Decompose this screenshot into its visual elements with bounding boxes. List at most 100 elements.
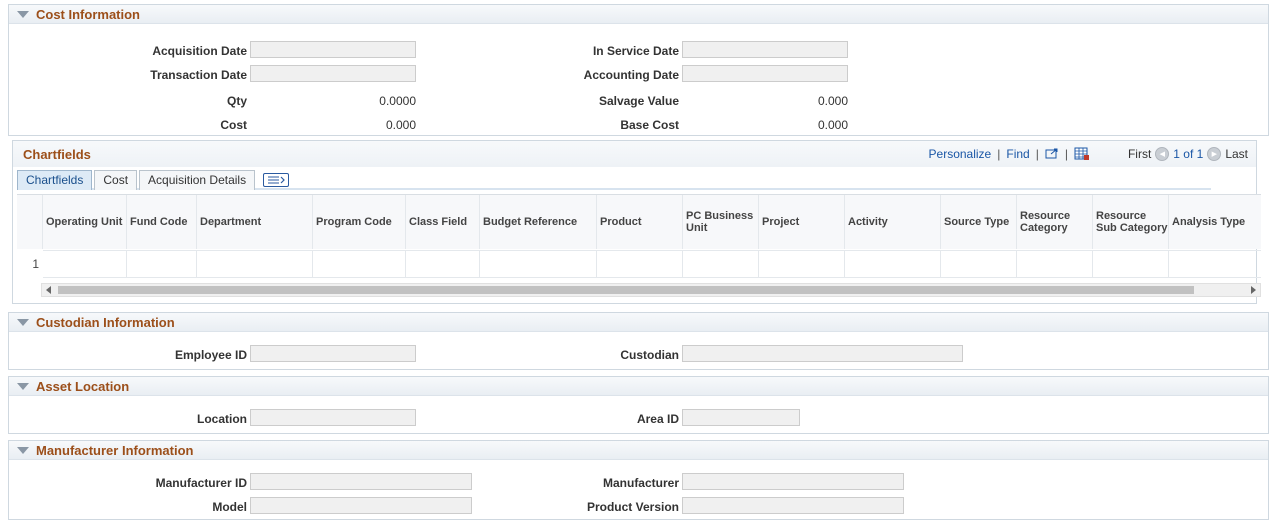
personalize-link[interactable]: Personalize [929, 147, 992, 161]
product-version-label: Product Version [586, 500, 679, 514]
tab-chartfields[interactable]: Chartfields [17, 170, 93, 190]
product-version-field[interactable] [682, 497, 904, 514]
section-title: Cost Information [36, 6, 140, 22]
column-header-pc-business-unit[interactable]: PC Business Unit [683, 195, 759, 249]
manufacturer-field[interactable] [682, 473, 904, 490]
column-header-program-code[interactable]: Program Code [313, 195, 406, 249]
chartfields-tabs: Chartfields Cost Acquisition Details [17, 170, 1211, 190]
manufacturer-id-label: Manufacturer ID [155, 476, 247, 490]
column-header-fund-code[interactable]: Fund Code [127, 195, 197, 249]
cell-department[interactable] [197, 250, 313, 278]
cost-label: Cost [220, 118, 247, 132]
qty-value: 0.0000 [379, 94, 416, 108]
cell-pc-business-unit[interactable] [683, 250, 759, 278]
employee-id-field[interactable] [250, 345, 416, 362]
location-field[interactable] [250, 409, 416, 426]
column-header-analysis-type[interactable]: Analysis Type [1169, 195, 1261, 249]
area-id-field[interactable] [682, 409, 800, 426]
collapse-triangle-icon[interactable] [17, 10, 29, 18]
column-header-budget-reference[interactable]: Budget Reference [480, 195, 597, 249]
collapse-triangle-icon[interactable] [17, 318, 29, 326]
column-header-product[interactable]: Product [597, 195, 683, 249]
column-header-resource-sub-category[interactable]: Resource Sub Category [1093, 195, 1169, 249]
row-header-blank [17, 195, 43, 249]
transaction-date-label: Transaction Date [150, 68, 247, 82]
download-grid-icon[interactable] [1074, 147, 1090, 161]
cost-value: 0.000 [385, 118, 416, 132]
cell-budget-reference[interactable] [480, 250, 597, 278]
chartfields-section: Chartfields Personalize | Find | | First… [12, 140, 1261, 304]
model-label: Model [212, 500, 247, 514]
base-cost-label: Base Cost [620, 118, 679, 132]
cost-information-header[interactable]: Cost Information [9, 5, 1268, 24]
cell-source-type[interactable] [941, 250, 1017, 278]
manufacturer-id-field[interactable] [250, 473, 472, 490]
first-label: First [1127, 147, 1152, 161]
column-header-project[interactable]: Project [759, 195, 845, 249]
find-link[interactable]: Find [1006, 147, 1029, 161]
cell-fund-code[interactable] [127, 250, 197, 278]
column-header-department[interactable]: Department [197, 195, 313, 249]
cell-program-code[interactable] [313, 250, 406, 278]
chartfields-grid: Operating Unit Fund Code Department Prog… [17, 194, 1261, 278]
view-all-icon[interactable] [1045, 148, 1059, 160]
cell-project[interactable] [759, 250, 845, 278]
qty-label: Qty [226, 94, 247, 108]
column-header-source-type[interactable]: Source Type [941, 195, 1017, 249]
grid-navigation: Personalize | Find | | First ◀ 1 of 1 ▶ … [929, 147, 1248, 161]
custodian-field[interactable] [682, 345, 963, 362]
in-service-date-field[interactable] [682, 41, 848, 58]
asset-location-header[interactable]: Asset Location [9, 377, 1268, 396]
scroll-left-icon[interactable] [46, 286, 51, 294]
custodian-information-header[interactable]: Custodian Information [9, 313, 1268, 332]
model-field[interactable] [250, 497, 472, 514]
separator: | [997, 147, 1001, 161]
separator: | [1035, 147, 1039, 161]
salvage-value-label: Salvage Value [598, 94, 679, 108]
cell-product[interactable] [597, 250, 683, 278]
cell-analysis-type[interactable] [1169, 250, 1261, 278]
collapse-triangle-icon[interactable] [17, 382, 29, 390]
accounting-date-field[interactable] [682, 65, 848, 82]
location-label: Location [197, 412, 247, 426]
column-header-operating-unit[interactable]: Operating Unit [43, 195, 127, 249]
previous-row-icon[interactable]: ◀ [1155, 147, 1170, 161]
cost-information-section: Cost Information Acquisition Date Transa… [8, 4, 1269, 136]
cell-class-field[interactable] [406, 250, 480, 278]
show-all-columns-icon[interactable] [263, 173, 290, 187]
transaction-date-field[interactable] [250, 65, 416, 82]
column-header-class-field[interactable]: Class Field [406, 195, 480, 249]
column-header-resource-category[interactable]: Resource Category [1017, 195, 1093, 249]
collapse-triangle-icon[interactable] [17, 446, 29, 454]
scrollbar-thumb[interactable] [58, 286, 1194, 294]
horizontal-scrollbar[interactable] [41, 283, 1261, 297]
custodian-information-section: Custodian Information Employee ID Custod… [8, 312, 1269, 370]
cell-activity[interactable] [845, 250, 941, 278]
tab-cost[interactable]: Cost [94, 170, 138, 190]
manufacturer-information-section: Manufacturer Information Manufacturer ID… [8, 440, 1269, 520]
acquisition-date-field[interactable] [250, 41, 416, 58]
cell-resource-sub-category[interactable] [1093, 250, 1169, 278]
area-id-label: Area ID [636, 412, 679, 426]
section-title: Asset Location [36, 378, 130, 394]
separator: | [1064, 147, 1068, 161]
scroll-right-icon[interactable] [1251, 286, 1256, 294]
salvage-value-value: 0.000 [817, 94, 848, 108]
base-cost-value: 0.000 [817, 118, 848, 132]
employee-id-label: Employee ID [174, 348, 247, 362]
cell-operating-unit[interactable] [43, 250, 127, 278]
section-title: Custodian Information [36, 314, 175, 330]
manufacturer-information-header[interactable]: Manufacturer Information [9, 441, 1268, 460]
column-header-activity[interactable]: Activity [845, 195, 941, 249]
next-row-icon[interactable]: ▶ [1207, 147, 1222, 161]
asset-location-section: Asset Location Location Area ID [8, 376, 1269, 434]
manufacturer-label: Manufacturer [602, 476, 679, 490]
chartfields-title: Chartfields [23, 146, 91, 162]
custodian-label: Custodian [620, 348, 679, 362]
in-service-date-label: In Service Date [592, 44, 679, 58]
acquisition-date-label: Acquisition Date [152, 44, 247, 58]
row-range: 1 of 1 [1173, 147, 1204, 161]
tab-acquisition-details[interactable]: Acquisition Details [139, 170, 256, 190]
cell-resource-category[interactable] [1017, 250, 1093, 278]
row-number: 1 [32, 257, 39, 271]
